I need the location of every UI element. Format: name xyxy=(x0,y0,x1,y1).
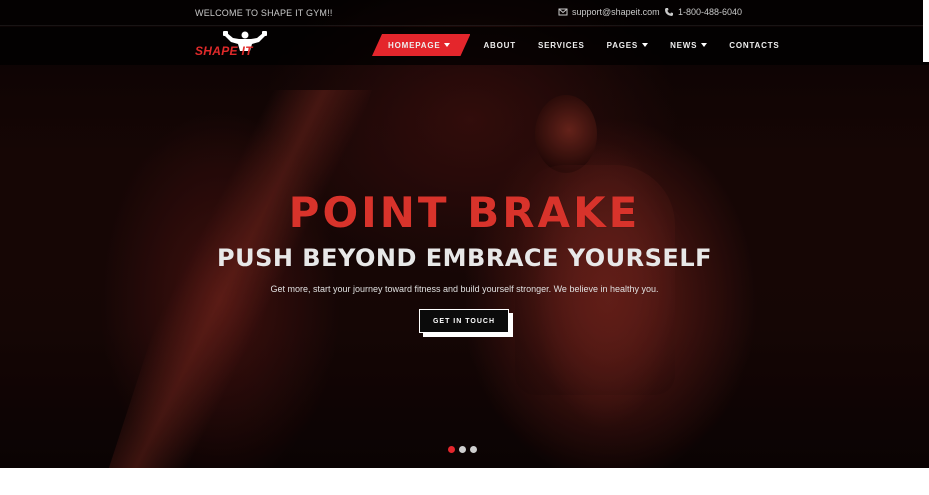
welcome-text: WELCOME TO SHAPE IT GYM!! xyxy=(195,8,333,18)
page: WELCOME TO SHAPE IT GYM!! support@shapei… xyxy=(0,0,929,495)
phone-icon xyxy=(665,8,673,16)
nav-item-pages[interactable]: PAGES xyxy=(596,34,659,56)
nav-item-services[interactable]: SERVICES xyxy=(527,34,596,56)
hero-description: Get more, start your journey toward fitn… xyxy=(270,284,659,294)
nav-item-contacts[interactable]: CONTACTS xyxy=(718,34,790,56)
get-in-touch-label: GET IN TOUCH xyxy=(419,309,509,333)
slider-dot[interactable] xyxy=(470,446,477,453)
slider-dot[interactable] xyxy=(459,446,466,453)
caret-down-icon xyxy=(701,43,708,47)
main-nav: HOMEPAGE ABOUT SERVICES PAGES NEWS CONTA… xyxy=(372,34,791,56)
get-in-touch-button[interactable]: GET IN TOUCH xyxy=(419,309,513,337)
scrollbar[interactable] xyxy=(923,0,929,62)
top-bar: WELCOME TO SHAPE IT GYM!! support@shapei… xyxy=(0,0,929,26)
header-nav-bar: SHAPE IT HOMEPAGE ABOUT SERVICES PAGES N… xyxy=(0,27,929,65)
site-logo[interactable]: SHAPE IT xyxy=(195,31,273,60)
caret-down-icon xyxy=(444,43,450,47)
nav-item-about[interactable]: ABOUT xyxy=(472,34,526,56)
hero-title: POINT BRAKE xyxy=(288,188,641,237)
caret-down-icon xyxy=(642,43,649,47)
email-link[interactable]: support@shapeit.com xyxy=(558,7,660,17)
slider-dots xyxy=(448,446,481,453)
nav-item-homepage[interactable]: HOMEPAGE xyxy=(372,34,470,56)
slider-dot[interactable] xyxy=(448,446,455,453)
below-fold-section xyxy=(0,468,929,495)
envelope-icon xyxy=(558,8,568,16)
phone-text: 1-800-488-6040 xyxy=(678,7,743,17)
logo-text: SHAPE IT xyxy=(195,44,253,58)
hero-subtitle: PUSH BEYOND EMBRACE YOURSELF xyxy=(216,244,713,272)
phone-link[interactable]: 1-800-488-6040 xyxy=(664,7,742,17)
nav-item-news[interactable]: NEWS xyxy=(659,34,718,56)
email-text: support@shapeit.com xyxy=(572,7,660,17)
